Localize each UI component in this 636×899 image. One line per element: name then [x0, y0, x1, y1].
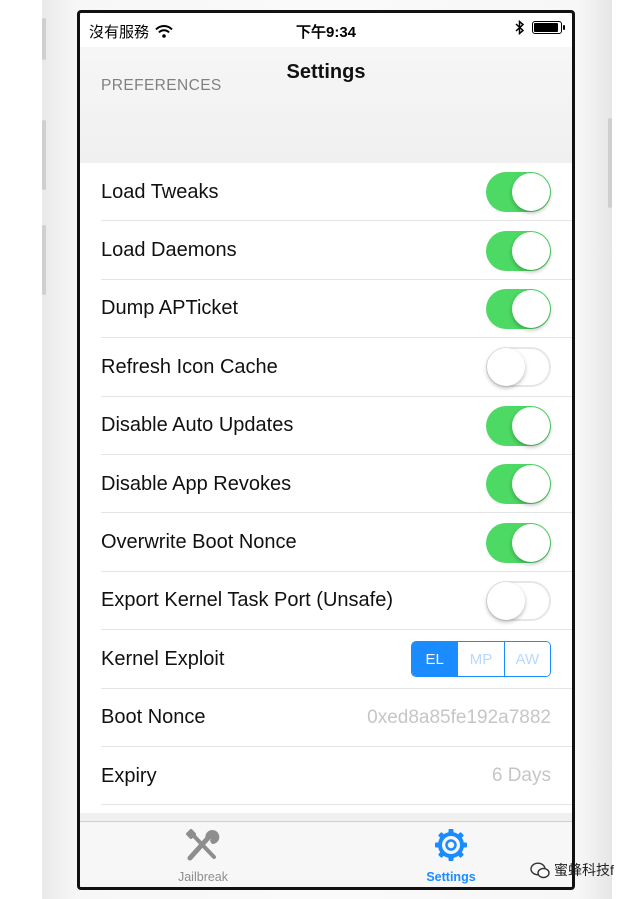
row-refresh-icon-cache: Refresh Icon Cache: [80, 338, 572, 397]
tab-settings[interactable]: Settings: [391, 828, 511, 884]
row-label: Refresh Icon Cache: [101, 355, 278, 378]
row-expiry[interactable]: Expiry 6 Days: [80, 747, 572, 806]
status-bar: 沒有服務 下午9:34: [80, 13, 572, 47]
row-load-daemons: Load Daemons: [80, 221, 572, 281]
watermark: 蜜蜂科技f: [530, 860, 614, 880]
row-export-kernel-task-port-unsafe: Export Kernel Task Port (Unsafe): [80, 572, 572, 631]
expiry-value: 6 Days: [491, 765, 551, 787]
disable-app-revokes-toggle[interactable]: [486, 464, 551, 505]
row-label: Dump APTicket: [101, 297, 239, 320]
battery-icon: [532, 21, 565, 34]
settings-table: Load Tweaks Load Daemons Dump APTicket Refr…: [80, 163, 572, 806]
wechat-icon: [530, 861, 550, 878]
row-boot-nonce[interactable]: Boot Nonce 0xed8a85fe192a7882: [80, 689, 572, 748]
row-label: Expiry: [101, 764, 157, 787]
row-kernel-exploit: Kernel Exploit EL MP AW: [80, 630, 572, 689]
segment-mp[interactable]: MP: [457, 642, 504, 677]
phone-side-button-right: [608, 118, 612, 208]
row-label: Kernel Exploit: [101, 647, 225, 670]
phone-side-button-left-3: [42, 225, 46, 295]
toggle-knob: [512, 523, 550, 562]
bluetooth-icon: [515, 20, 524, 35]
tab-jailbreak[interactable]: Jailbreak: [143, 828, 263, 884]
load-tweaks-toggle[interactable]: [486, 172, 551, 213]
dump-apticket-toggle[interactable]: [486, 288, 551, 329]
toggle-knob: [512, 406, 550, 445]
toggle-knob: [512, 465, 550, 504]
phone-side-button-left-2: [42, 120, 46, 190]
overwrite-boot-nonce-toggle[interactable]: [486, 522, 551, 563]
kernel-exploit-segmented-control: EL MP AW: [411, 641, 551, 678]
row-label: Export Kernel Task Port (Unsafe): [101, 589, 393, 612]
tab-settings-label: Settings: [426, 870, 476, 884]
load-daemons-toggle[interactable]: [486, 230, 551, 271]
row-label: Load Tweaks: [101, 180, 219, 203]
toggle-knob: [487, 581, 525, 620]
gear-icon: [435, 829, 467, 861]
row-disable-app-revokes: Disable App Revokes: [80, 455, 572, 514]
row-overwrite-boot-nonce: Overwrite Boot Nonce: [80, 513, 572, 573]
battery-level-fill: [534, 23, 558, 32]
tab-bar: Jailbreak Settings: [80, 821, 572, 887]
disable-auto-updates-toggle[interactable]: [486, 405, 551, 446]
row-label: Disable App Revokes: [101, 472, 292, 495]
row-label: Overwrite Boot Nonce: [101, 531, 297, 554]
row-disable-auto-updates: Disable Auto Updates: [80, 397, 572, 456]
tab-jailbreak-label: Jailbreak: [177, 870, 229, 884]
row-load-tweaks: Load Tweaks: [80, 163, 572, 222]
navigation-bar: Settings PREFERENCES: [80, 47, 572, 163]
toggle-knob: [512, 289, 550, 328]
segment-el[interactable]: EL: [412, 642, 458, 677]
row-label: Boot Nonce: [101, 706, 206, 729]
export-kernel-task-port-unsafe-toggle[interactable]: [486, 580, 551, 621]
phone-side-button-left-1: [42, 18, 46, 60]
toggle-knob: [512, 173, 550, 212]
segment-aw[interactable]: AW: [503, 642, 550, 677]
row-label: Disable Auto Updates: [101, 414, 294, 437]
toggle-knob: [487, 348, 525, 387]
status-time: 下午9:34: [295, 24, 357, 41]
boot-nonce-value: 0xed8a85fe192a7882: [367, 706, 551, 728]
phone-screen: 沒有服務 下午9:34 Settings PREFERENCES Load Tw…: [77, 10, 575, 890]
section-header-preferences: PREFERENCES: [101, 77, 222, 94]
refresh-icon-cache-toggle[interactable]: [486, 347, 551, 388]
tools-icon: [185, 828, 220, 861]
row-label: Load Daemons: [101, 239, 237, 262]
row-dump-apticket: Dump APTicket: [80, 280, 572, 339]
watermark-text: 蜜蜂科技f: [554, 862, 614, 878]
toggle-knob: [512, 231, 550, 270]
